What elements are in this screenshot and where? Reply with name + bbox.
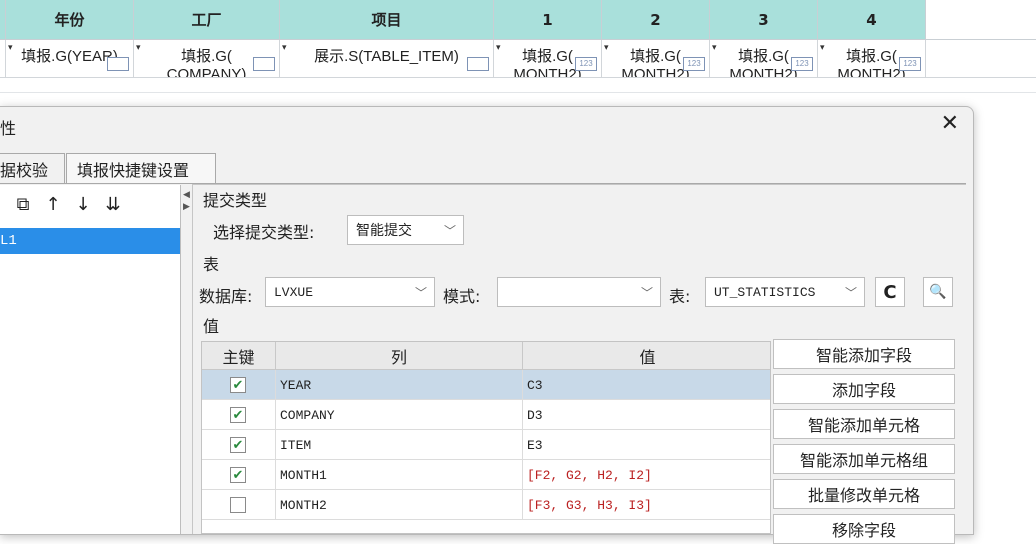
pane-splitter[interactable]: ◀ ▶ <box>182 185 190 534</box>
number-chip-icon: 123 <box>683 57 705 71</box>
value-cell[interactable]: C3 <box>523 370 770 400</box>
submit-config-panel: 提交类型 选择提交类型: 智能提交 ﹀ 表 数据库: LVXUE ﹀ 模式: ﹀… <box>192 184 966 544</box>
schema-select[interactable]: ﹀ <box>497 277 661 307</box>
remove-field-button[interactable]: 移除字段 <box>773 514 955 544</box>
data-cell-month[interactable]: ▾ 填报.G( MONTH2) 123 <box>494 40 602 78</box>
data-cell-month[interactable]: ▾ 填报.G( MONTH2) 123 <box>710 40 818 78</box>
database-select[interactable]: LVXUE ﹀ <box>265 277 435 307</box>
column-cell[interactable]: ITEM <box>276 430 523 460</box>
column-cell[interactable]: COMPANY <box>276 400 523 430</box>
smart-add-cell-button[interactable]: 智能添加单元格 <box>773 409 955 439</box>
smart-add-field-button[interactable]: 智能添加字段 <box>773 339 955 369</box>
data-cell-empty[interactable] <box>926 40 1036 78</box>
header-cell-year[interactable]: 年份 <box>6 0 134 40</box>
dialog-title: 性 <box>0 119 17 138</box>
search-icon[interactable]: 🔍 <box>923 277 953 307</box>
value-cell[interactable]: [F2, G2, H2, I2] <box>523 460 770 490</box>
list-toolbar: ⧉ ↑ ↓ ⇊ <box>0 185 180 223</box>
column-cell[interactable]: YEAR <box>276 370 523 400</box>
chevron-down-icon: ﹀ <box>844 285 857 300</box>
widget-chip-icon <box>107 57 129 71</box>
primary-key-checkbox[interactable] <box>230 497 246 513</box>
header-cell-4[interactable]: 4 <box>818 0 926 40</box>
copy-icon[interactable]: ⧉ <box>8 189 38 219</box>
widget-chip-icon <box>467 57 489 71</box>
field-mapping-table: 主键 列 值 ✔ YEAR C3 ✔ COMPANY D3 ✔ ITEM E3 … <box>201 341 771 534</box>
chevron-down-icon: ﹀ <box>414 285 427 300</box>
column-header-value[interactable]: 值 <box>523 342 770 370</box>
value-cell[interactable]: E3 <box>523 430 770 460</box>
data-cell-month[interactable]: ▾ 填报.G( MONTH2) 123 <box>818 40 926 78</box>
sort-bottom-icon[interactable]: ⇊ <box>98 189 128 219</box>
header-cell-3[interactable]: 3 <box>710 0 818 40</box>
table-row[interactable]: MONTH2 [F3, G3, H3, I3] <box>202 490 770 520</box>
submit-type-label: 选择提交类型: <box>213 223 315 242</box>
data-cell-company[interactable]: ▾ 填报.G( COMPANY) <box>134 40 280 78</box>
chevron-down-icon: ﹀ <box>443 223 456 238</box>
refresh-icon[interactable]: C <box>875 277 905 307</box>
section-label-values: 值 <box>203 317 220 336</box>
value-cell[interactable]: [F3, G3, H3, I3] <box>523 490 770 520</box>
tab-data-validation[interactable]: 据校验 <box>0 153 65 183</box>
close-icon[interactable]: ✕ <box>941 111 959 137</box>
submit-list-pane: ⧉ ↑ ↓ ⇊ L1 <box>0 185 181 534</box>
schema-label: 模式: <box>443 287 481 306</box>
table-select[interactable]: UT_STATISTICS ﹀ <box>705 277 865 307</box>
submit-type-select[interactable]: 智能提交 ﹀ <box>347 215 464 245</box>
value-cell[interactable]: D3 <box>523 400 770 430</box>
header-cell-1[interactable]: 1 <box>494 0 602 40</box>
table-row[interactable]: ✔ YEAR C3 <box>202 370 770 400</box>
number-chip-icon: 123 <box>899 57 921 71</box>
tab-shortcut-settings[interactable]: 填报快捷键设置 <box>66 153 216 183</box>
widget-chip-icon <box>253 57 275 71</box>
sheet-header-row: 年份 工厂 项目 1 2 3 4 <box>0 0 1036 40</box>
grid-line <box>0 92 1036 93</box>
primary-key-checkbox[interactable]: ✔ <box>230 437 246 453</box>
collapse-right-icon[interactable]: ▶ <box>183 202 190 212</box>
column-cell[interactable]: MONTH1 <box>276 460 523 490</box>
batch-modify-cells-button[interactable]: 批量修改单元格 <box>773 479 955 509</box>
column-header-column[interactable]: 列 <box>276 342 523 370</box>
data-cell-item[interactable]: ▾ 展示.S(TABLE_ITEM) <box>280 40 494 78</box>
table-row[interactable]: ✔ COMPANY D3 <box>202 400 770 430</box>
database-label: 数据库: <box>199 287 253 306</box>
collapse-left-icon[interactable]: ◀ <box>183 190 190 200</box>
number-chip-icon: 123 <box>791 57 813 71</box>
smart-add-cell-group-button[interactable]: 智能添加单元格组 <box>773 444 955 474</box>
data-cell-year[interactable]: ▾ 填报.G(YEAR) <box>6 40 134 78</box>
primary-key-checkbox[interactable]: ✔ <box>230 407 246 423</box>
primary-key-checkbox[interactable]: ✔ <box>230 467 246 483</box>
number-chip-icon: 123 <box>575 57 597 71</box>
dialog-tabs: 据校验 填报快捷键设置 <box>0 153 216 183</box>
table-label: 表: <box>669 287 691 306</box>
header-cell-factory[interactable]: 工厂 <box>134 0 280 40</box>
list-item[interactable]: L1 <box>0 228 180 254</box>
data-cell-month[interactable]: ▾ 填报.G( MONTH2) 123 <box>602 40 710 78</box>
arrow-up-icon[interactable]: ↑ <box>38 189 68 219</box>
sheet-data-row: ▾ 填报.G(YEAR) ▾ 填报.G( COMPANY) ▾ 展示.S(TABLE_… <box>0 40 1036 78</box>
table-row[interactable]: ✔ MONTH1 [F2, G2, H2, I2] <box>202 460 770 490</box>
header-cell-item[interactable]: 项目 <box>280 0 494 40</box>
header-cell-empty[interactable] <box>926 0 1036 40</box>
arrow-down-icon[interactable]: ↓ <box>68 189 98 219</box>
section-label-table: 表 <box>203 255 220 274</box>
header-cell-2[interactable]: 2 <box>602 0 710 40</box>
add-field-button[interactable]: 添加字段 <box>773 374 955 404</box>
primary-key-checkbox[interactable]: ✔ <box>230 377 246 393</box>
column-header-primary-key[interactable]: 主键 <box>202 342 276 370</box>
chevron-down-icon: ﹀ <box>640 285 653 300</box>
section-label-submit-type: 提交类型 <box>203 191 268 210</box>
table-row[interactable]: ✔ ITEM E3 <box>202 430 770 460</box>
column-cell[interactable]: MONTH2 <box>276 490 523 520</box>
